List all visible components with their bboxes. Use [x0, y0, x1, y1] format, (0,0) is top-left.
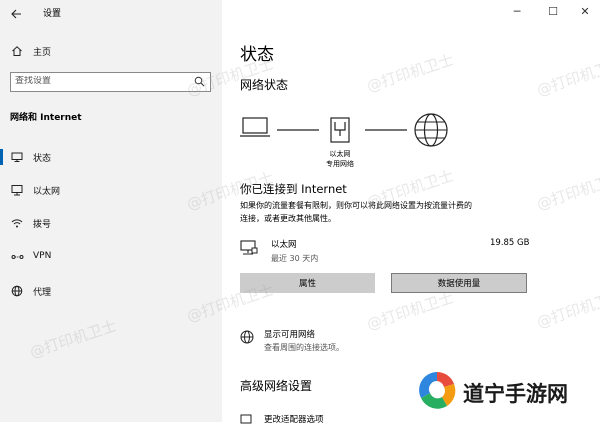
ethernet-icon — [10, 183, 24, 197]
window-title: 设置 — [43, 9, 62, 19]
sidebar-item-label: VPN — [33, 251, 52, 261]
ethernet-monitor-icon — [240, 240, 258, 255]
home-label: 主页 — [33, 48, 52, 58]
vpn-icon — [10, 250, 24, 264]
connected-description-2: 连接，或者更改其他属性。 — [240, 214, 336, 223]
search-input[interactable] — [15, 76, 185, 86]
brand-name: 道宁手游网 — [463, 382, 568, 406]
search-icon[interactable] — [194, 76, 205, 87]
brand-logo-icon — [416, 369, 458, 411]
sidebar-item-label: 代理 — [33, 288, 52, 298]
network-status-heading: 网络状态 — [240, 78, 289, 92]
adapter-usage: 19.85 GB — [490, 238, 530, 248]
adapter-options-link[interactable]: 更改适配器选项 — [264, 413, 324, 425]
sidebar-item-vpn[interactable]: VPN — [0, 248, 222, 266]
minimize-button[interactable]: ─ — [502, 0, 532, 22]
adapter-name: 以太网 — [271, 240, 297, 250]
properties-button[interactable]: 属性 — [240, 273, 375, 293]
connected-title: 你已连接到 Internet — [240, 182, 347, 196]
section-title: 网络和 Internet — [10, 113, 82, 123]
selected-indicator — [0, 149, 3, 165]
main-panel: ─ ☐ ✕ 状态 网络状态 以太网 专用网络 你已连接到 Internet 如果… — [222, 0, 600, 425]
search-box[interactable] — [10, 72, 211, 92]
connected-description-1: 如果你的流量套餐有限制，则你可以将此网络设置为按流量计费的 — [240, 201, 472, 210]
status-icon — [10, 150, 24, 164]
sidebar-item-label: 以太网 — [33, 187, 61, 197]
dialup-icon — [10, 216, 24, 230]
advanced-heading: 高级网络设置 — [240, 379, 313, 393]
brand-watermark: 道宁手游网 — [415, 368, 595, 418]
globe-icon — [414, 113, 448, 147]
sidebar-item-ethernet[interactable]: 以太网 — [0, 181, 222, 199]
sidebar-item-dialup[interactable]: 拨号 — [0, 214, 222, 232]
sidebar-item-proxy[interactable]: 代理 — [0, 282, 222, 300]
proxy-icon — [10, 284, 24, 298]
ethernet-adapter-icon — [330, 117, 350, 143]
back-arrow-icon — [11, 9, 21, 19]
diagram-label-profile: 专用网络 — [326, 160, 354, 168]
back-button[interactable] — [10, 5, 24, 19]
available-networks-icon — [240, 330, 254, 344]
adapter-options-icon — [240, 414, 252, 424]
sidebar-item-label: 拨号 — [33, 220, 52, 230]
available-networks-desc: 查看周围的连接选项。 — [264, 343, 344, 352]
sidebar-item-label: 状态 — [33, 154, 52, 164]
home-nav[interactable]: 主页 — [0, 42, 222, 60]
diagram-label-type: 以太网 — [329, 150, 351, 158]
page-title: 状态 — [240, 45, 274, 65]
adapter-period: 最近 30 天内 — [271, 254, 319, 263]
sidebar-item-status[interactable]: 状态 — [0, 148, 222, 166]
network-diagram — [240, 113, 448, 147]
maximize-button[interactable]: ☐ — [538, 0, 568, 22]
laptop-icon — [240, 117, 270, 137]
sidebar: 设置 主页 网络和 Internet 状态 以太网 拨号 VPN — [0, 0, 222, 422]
available-networks-link[interactable]: 显示可用网络 — [264, 328, 315, 340]
close-button[interactable]: ✕ — [570, 0, 600, 22]
data-usage-button[interactable]: 数据使用量 — [391, 273, 527, 293]
home-icon — [10, 44, 24, 58]
